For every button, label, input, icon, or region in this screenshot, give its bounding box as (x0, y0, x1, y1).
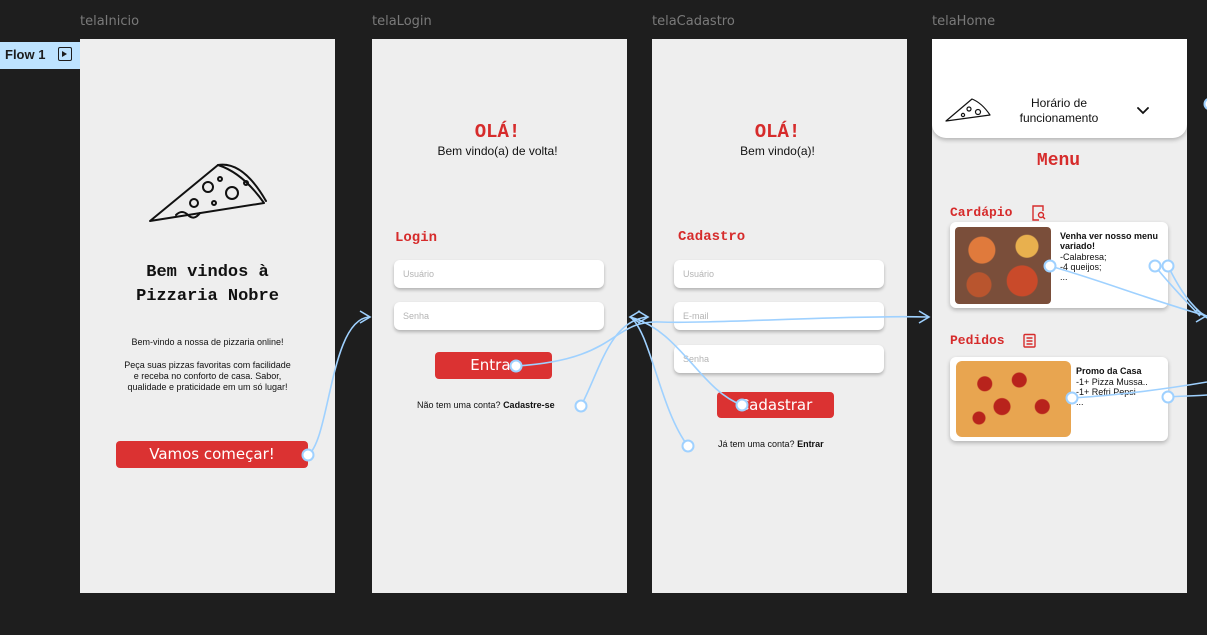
start-button[interactable]: Vamos começar! (116, 441, 308, 468)
flow-label: Flow 1 (5, 47, 46, 62)
signup-greeting: OLÁ! (754, 121, 801, 143)
cardapio-card[interactable]: Venha ver nosso menu variado! -Calabresa… (950, 222, 1168, 308)
arrow-head (1195, 309, 1207, 323)
login-button[interactable]: Entrar (435, 352, 552, 379)
welcome-description: Peça suas pizzas favoritas com facilidad… (124, 360, 291, 392)
pedidos-item: -1+ Refri Pepsi (1076, 387, 1136, 397)
pizza-logo-icon (945, 98, 991, 122)
welcome-text: Bem-vindo a nossa de pizzaria online! (131, 337, 284, 347)
cardapio-item: -Calabresa; (1060, 252, 1107, 262)
signup-email-input[interactable]: E-mail (674, 302, 884, 330)
cardapio-title: Cardápio (950, 205, 1013, 220)
frame-tela-cadastro: OLÁ! Bem vindo(a)! Cadastro Usuário E-ma… (652, 39, 907, 593)
signup-subtitle: Bem vindo(a)! (740, 144, 815, 158)
cardapio-card-title: Venha ver nosso menu variado! (1060, 231, 1159, 251)
frame-label-inicio[interactable]: telaInicio (80, 14, 139, 29)
has-account-text: Já tem uma conta? (718, 439, 795, 449)
login-subtitle: Bem vindo(a) de volta! (437, 144, 558, 158)
pedidos-item: -1+ Pizza Mussa.. (1076, 377, 1148, 387)
cardapio-item: ... (1060, 272, 1068, 282)
signup-username-input[interactable]: Usuário (674, 260, 884, 288)
play-flow-icon[interactable] (58, 47, 72, 61)
menu-title: Menu (1036, 151, 1081, 171)
frame-label-login[interactable]: telaLogin (372, 14, 432, 29)
pizza-menu-photo (955, 227, 1051, 304)
signup-button[interactable]: Cadastrar (717, 392, 834, 418)
pepperoni-pizza-photo (956, 361, 1071, 437)
login-link[interactable]: Entrar (797, 439, 824, 449)
arrow-head (628, 310, 641, 324)
signup-link[interactable]: Cadastre-se (503, 400, 555, 410)
cardapio-item: -4 queijos; (1060, 262, 1102, 272)
login-section-title: Login (395, 230, 438, 246)
arrow-head (918, 310, 931, 324)
password-input[interactable]: Senha (394, 302, 604, 330)
opening-hours-label[interactable]: Horário de funcionamento (1004, 96, 1114, 126)
pedidos-card-title: Promo da Casa (1076, 366, 1142, 376)
menu-search-icon (1032, 205, 1046, 221)
frame-label-cadastro[interactable]: telaCadastro (652, 14, 735, 29)
flow-start-tag[interactable]: Flow 1 (0, 42, 80, 69)
frame-tela-login: OLÁ! Bem vindo(a) de volta! Login Usuári… (372, 39, 627, 593)
arrow-head (359, 310, 372, 324)
username-input[interactable]: Usuário (394, 260, 604, 288)
frame-label-home[interactable]: telaHome (932, 14, 995, 29)
no-account-text: Não tem uma conta? (417, 400, 501, 410)
pedidos-title: Pedidos (950, 333, 1005, 348)
signup-section-title: Cadastro (678, 229, 746, 245)
pizza-slice-icon (149, 163, 267, 222)
pedidos-card[interactable]: Promo da Casa -1+ Pizza Mussa.. -1+ Refr… (950, 357, 1168, 441)
order-list-icon (1023, 333, 1036, 348)
login-greeting: OLÁ! (474, 121, 521, 143)
frame-tela-home: Horário de funcionamento Menu Cardápio V… (932, 39, 1187, 593)
frame-tela-inicio: Bem vindos à Pizzaria Nobre Bem-vindo a … (80, 39, 335, 593)
signup-password-input[interactable]: Senha (674, 345, 884, 373)
header-bar: Horário de funcionamento (932, 39, 1187, 138)
welcome-title: Bem vindos à Pizzaria Nobre (136, 263, 279, 306)
pedidos-item: ... (1076, 397, 1084, 407)
arrow-head (637, 310, 650, 324)
chevron-down-icon[interactable] (1136, 106, 1150, 116)
